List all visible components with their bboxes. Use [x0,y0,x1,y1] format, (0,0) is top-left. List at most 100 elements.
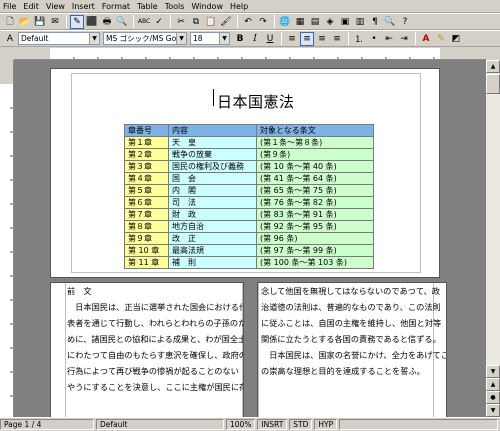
table-cell[interactable]: (第 97 条～第 99 条) [256,244,374,257]
table-cell[interactable]: 財 政 [168,208,257,221]
navigation-icon[interactable]: ● [486,391,500,404]
previous-page-icon[interactable]: ▲ [486,378,500,391]
align-left-icon[interactable]: ≡ [285,32,299,46]
italic-button[interactable]: I [248,32,262,46]
table-header-cell[interactable]: 内容 [168,124,257,137]
align-right-icon[interactable]: ≡ [315,32,329,46]
print-icon[interactable]: 🖶 [100,15,114,29]
next-page-icon[interactable]: ▼ [486,404,500,417]
table-icon[interactable]: ▦ [293,15,307,29]
table-cell[interactable]: 改 正 [168,232,257,245]
table-cell[interactable]: (第 41 条～第 64 条) [256,172,374,185]
document-area[interactable]: 日本国憲法 章番号 内容 対象となる条文 第１章天 皇 (第１条～第８条) 第２章… [14,60,486,417]
hyperlink-icon[interactable]: 🌐 [278,15,292,29]
table-cell[interactable]: 補 則 [168,256,257,269]
selection-mode[interactable]: STD [289,419,313,430]
menu-window[interactable]: Window [191,2,223,11]
formatting-marks-icon[interactable]: ¶ [368,15,382,29]
paste-icon[interactable]: 📋 [204,15,218,29]
table-cell[interactable]: 第７章 [124,208,169,221]
document-page[interactable]: 前 文 日本国民は、正当に選挙された国会における代 表者を通じて行動し、われらと… [50,282,244,417]
copy-icon[interactable]: ⧉ [189,15,203,29]
highlight-icon[interactable]: ✎ [434,32,448,46]
table-cell[interactable]: 戦争の放棄 [168,148,257,161]
table-cell[interactable]: 第６章 [124,196,169,209]
zoom-level[interactable]: 100% [226,419,256,430]
font-name-select[interactable]: MS ゴシック/MS Gothic ▼ [103,32,187,45]
chevron-down-icon[interactable]: ▼ [176,33,186,44]
table-header-cell[interactable]: 対象となる条文 [256,124,374,137]
table-cell[interactable]: 第９章 [124,232,169,245]
vertical-ruler[interactable] [0,60,14,417]
menu-view[interactable]: View [46,2,65,11]
table-cell[interactable]: 最高法規 [168,244,257,257]
styles-formatting-icon[interactable]: A [3,32,17,46]
table-cell[interactable]: 天 皇 [168,136,257,149]
paragraph-style-select[interactable]: Default ▼ [18,32,100,45]
cut-icon[interactable]: ✂ [174,15,188,29]
menu-help[interactable]: Help [230,2,248,11]
table-cell[interactable]: 国 会 [168,172,257,185]
new-document-icon[interactable]: 🗋 [3,15,17,29]
zoom-icon[interactable]: 🔍 [383,15,397,29]
mail-icon[interactable]: ✉ [48,15,62,29]
table-cell[interactable]: (第 96 条) [256,232,374,245]
decrease-indent-icon[interactable]: ⇤ [382,32,396,46]
font-color-icon[interactable]: A [419,32,433,46]
hyperlink-mode[interactable]: HYP [314,419,338,430]
table-cell[interactable]: 第４章 [124,172,169,185]
autospellcheck-icon[interactable]: ✓ [152,15,166,29]
table-cell[interactable]: 第１章 [124,136,169,149]
document-page[interactable]: 念して他国を無視してはならないのであつて、政 治道徳の法則は、普遍的なものであり… [257,282,447,417]
chevron-down-icon[interactable]: ▼ [89,33,99,44]
spellcheck-icon[interactable]: ABC [137,15,151,29]
insert-mode[interactable]: INSRT [257,419,288,430]
table-cell[interactable]: (第 10 条～第 40 条) [256,160,374,173]
undo-icon[interactable]: ↶ [241,15,255,29]
font-size-select[interactable]: 18 ▼ [190,32,230,45]
table-cell[interactable]: (第１条～第８条) [256,136,374,149]
table-cell[interactable]: (第 76 条～第 82 条) [256,196,374,209]
menu-edit[interactable]: Edit [23,2,39,11]
chapters-table[interactable]: 章番号 内容 対象となる条文 第１章天 皇 (第１条～第８条) 第２章 戦争の放棄(… [124,124,374,269]
page-style[interactable]: Default [96,419,224,430]
open-folder-icon[interactable]: 📂 [18,15,32,29]
menu-format[interactable]: Format [102,2,130,11]
bullets-icon[interactable]: • [367,32,381,46]
table-cell[interactable]: 第５章 [124,184,169,197]
underline-button[interactable]: U [263,32,277,46]
table-cell[interactable]: 第３章 [124,160,169,173]
show-draw-functions-icon[interactable]: ▤ [308,15,322,29]
table-cell[interactable]: (第 100 条～第 103 条) [256,256,374,269]
document-page[interactable]: 日本国憲法 章番号 内容 対象となる条文 第１章天 皇 (第１条～第８条) 第２章… [50,68,440,278]
menu-table[interactable]: Table [137,2,158,11]
table-cell[interactable]: (第 92 条～第 95 条) [256,220,374,233]
print-preview-icon[interactable]: 🔍 [115,15,129,29]
table-cell[interactable]: 第８章 [124,220,169,233]
table-cell[interactable]: (第 83 条～第 91 条) [256,208,374,221]
table-cell[interactable]: 司 法 [168,196,257,209]
numbering-icon[interactable]: ⒈ [352,32,366,46]
menu-insert[interactable]: Insert [72,2,95,11]
save-icon[interactable]: 💾 [33,15,47,29]
table-cell[interactable]: 国民の権利及び義務 [168,160,257,173]
table-cell[interactable]: (第９条) [256,148,374,161]
table-cell[interactable]: 第２章 [124,148,169,161]
justify-icon[interactable]: ≡ [330,32,344,46]
export-pdf-icon[interactable]: ⬛ [85,15,99,29]
table-header-cell[interactable]: 章番号 [124,124,169,137]
scroll-down-icon[interactable]: ▼ [486,365,500,378]
redo-icon[interactable]: ↷ [256,15,270,29]
table-cell[interactable]: 内 閣 [168,184,257,197]
align-center-icon[interactable]: ≡ [300,31,314,46]
table-cell[interactable]: 第 10 章 [124,244,169,257]
chevron-down-icon[interactable]: ▼ [219,33,229,44]
vertical-scrollbar[interactable]: ▲ ▼ ▲ ● ▼ [486,60,500,417]
horizontal-ruler[interactable] [14,48,486,60]
increase-indent-icon[interactable]: ⇥ [397,32,411,46]
background-color-icon[interactable]: ◩ [449,32,463,46]
menu-tools[interactable]: Tools [165,2,185,11]
scrollbar-thumb[interactable] [486,74,500,94]
edit-mode-icon[interactable]: ✎ [70,14,84,29]
data-sources-icon[interactable]: ▥ [353,15,367,29]
